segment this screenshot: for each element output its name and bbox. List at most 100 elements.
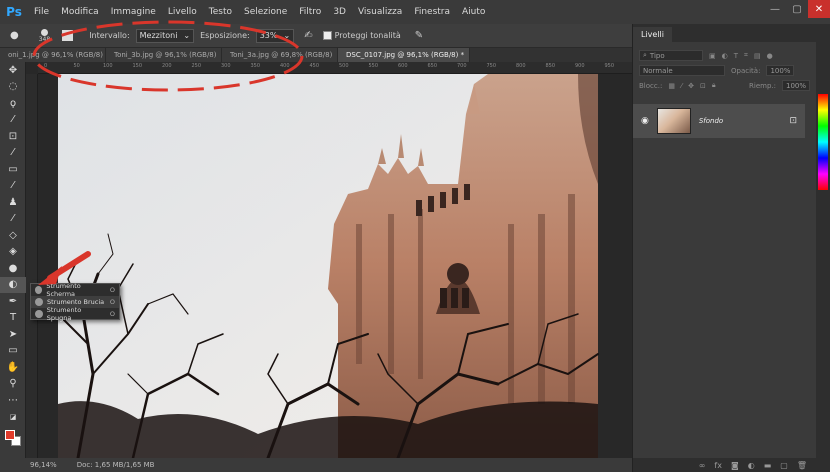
range-label: Intervallo: [89, 31, 130, 40]
healing-brush-tool-icon[interactable]: ▭ [0, 161, 26, 178]
window-controls: — ▢ ✕ [764, 0, 830, 18]
lock-artboard-icon[interactable]: ⊡ [700, 82, 706, 90]
menu-3d[interactable]: 3D [327, 7, 352, 17]
tab-toni-3b[interactable]: Toni_3b.jpg @ 96,1% (RGB/8)✕ [106, 48, 222, 62]
ruler-tick-label: 150 [132, 63, 143, 69]
filter-type-icon[interactable]: T [734, 52, 738, 60]
menu-visualizza[interactable]: Visualizza [352, 7, 408, 17]
minimize-button[interactable]: — [764, 0, 786, 18]
menu-immagine[interactable]: Immagine [105, 7, 162, 17]
dodge-tool-icon[interactable]: ● [10, 30, 19, 41]
menu-file[interactable]: File [28, 7, 55, 17]
lasso-tool-icon[interactable]: ϙ [0, 95, 26, 112]
layer-mask-icon[interactable]: ◙ [731, 461, 739, 470]
ruler-tick-label: 50 [73, 63, 80, 69]
ruler-tick-label: 500 [339, 63, 349, 69]
layer-thumbnail [656, 108, 691, 134]
close-button[interactable]: ✕ [808, 0, 830, 18]
exposure-field[interactable]: 33% ⌄ [255, 28, 295, 43]
lock-all-icon[interactable]: 🔒︎ [712, 81, 716, 90]
ruler-tick-label: 650 [427, 63, 438, 69]
trash-icon[interactable]: 🗑︎ [797, 461, 807, 470]
maximize-button[interactable]: ▢ [786, 0, 808, 18]
eraser-tool-icon[interactable]: ◇ [0, 227, 26, 244]
filter-pixel-icon[interactable]: ▣ [709, 52, 716, 60]
menu-selezione[interactable]: Selezione [238, 7, 293, 17]
brush-size-indicator[interactable]: 348 [39, 28, 50, 43]
new-layer-icon[interactable]: ▢ [780, 461, 788, 470]
default-colors-icon[interactable]: ◪ [0, 409, 26, 426]
pen-tool-icon[interactable]: ✒ [0, 293, 26, 310]
shape-tool-icon[interactable]: ▭ [0, 343, 26, 360]
new-group-icon[interactable]: ▬ [764, 461, 772, 470]
layer-row-sfondo[interactable]: ◉ Sfondo ⊡ [633, 104, 805, 138]
lock-label: Blocc.: [639, 81, 663, 90]
filter-smart-icon[interactable]: ▤ [754, 52, 761, 60]
lock-move-icon[interactable]: ✥ [688, 82, 694, 90]
blur-tool-icon[interactable]: ● [0, 260, 26, 277]
tab-layers[interactable]: Livelli [633, 27, 673, 42]
filter-toggle-icon[interactable]: ● [767, 52, 773, 60]
zoom-level[interactable]: 96,14% [30, 461, 57, 469]
menu-testo[interactable]: Testo [203, 7, 238, 17]
layers-panel-footer: ∞ fx ◙ ◐ ▬ ▢ 🗑︎ [633, 458, 817, 472]
blend-mode-select[interactable]: Normale [639, 65, 725, 76]
chevron-down-icon: ⌄ [283, 31, 291, 40]
history-brush-tool-icon[interactable]: ⁄ [0, 211, 26, 228]
eye-icon[interactable]: ◉ [641, 116, 649, 126]
eyedropper-tool-icon[interactable]: ⁄ [0, 145, 26, 162]
ruler-tick-label: 950 [604, 63, 615, 69]
tab-label: oni_1.jpg @ 96,1% (RGB/8) * [8, 51, 106, 59]
tab-toni-1[interactable]: oni_1.jpg @ 96,1% (RGB/8) *✕ [0, 48, 106, 62]
pressure-icon[interactable]: ✎ [415, 30, 423, 41]
path-selection-tool-icon[interactable]: ➤ [0, 326, 26, 343]
menu-modifica[interactable]: Modifica [55, 7, 105, 17]
menu-aiuto[interactable]: Aiuto [456, 7, 491, 17]
filter-adjust-icon[interactable]: ◐ [722, 52, 728, 60]
menu-livello[interactable]: Livello [162, 7, 203, 17]
opacity-field[interactable]: 100% [766, 65, 795, 76]
link-layers-icon[interactable]: ∞ [699, 461, 706, 470]
lock-pixels-icon[interactable]: ▦ [668, 82, 675, 90]
hand-tool-icon[interactable]: ✋ [0, 359, 26, 376]
quick-select-tool-icon[interactable]: ⁄ [0, 112, 26, 129]
type-tool-icon[interactable]: T [0, 310, 26, 327]
tab-toni-3a[interactable]: Toni_3a.jpg @ 69,8% (RGB/8)✕ [222, 48, 338, 62]
lock-paint-icon[interactable]: ⁄ [681, 82, 682, 90]
checkbox-icon [322, 31, 332, 40]
more-tools-icon[interactable]: ⋯ [0, 392, 26, 409]
dodge-tool-icon[interactable]: ◐ [0, 276, 26, 293]
vertical-ruler [26, 74, 38, 458]
flyout-item-dodge[interactable]: Strumento Scherma O [31, 282, 119, 298]
brush-panel-icon[interactable] [62, 30, 74, 41]
clone-stamp-tool-icon[interactable]: ♟ [0, 194, 26, 211]
airbrush-icon[interactable]: ✍ [304, 30, 312, 41]
photoshop-logo: Ps [6, 5, 22, 19]
flyout-item-sponge[interactable]: Strumento Spugna O [31, 306, 119, 322]
crop-tool-icon[interactable]: ⊡ [0, 128, 26, 145]
layer-style-icon[interactable]: fx [714, 461, 722, 470]
layer-search-field[interactable]: ⌕ Tipo [639, 50, 703, 61]
adjustment-layer-icon[interactable]: ◐ [748, 461, 755, 470]
color-spectrum[interactable] [818, 94, 828, 190]
document-canvas-area[interactable] [38, 74, 632, 458]
range-select[interactable]: Mezzitoni ⌄ [135, 28, 195, 43]
opacity-label: Opacità: [731, 66, 761, 75]
fill-field[interactable]: 100% [781, 80, 810, 91]
brush-tool-icon[interactable]: ⁄ [0, 178, 26, 195]
protect-tones-checkbox[interactable]: Proteggi tonalità [322, 31, 401, 40]
layers-panel: Livelli ⌕ Tipo ▣ ◐ T ⌗ ▤ ● Normale Opacit… [632, 24, 817, 472]
marquee-tool-icon[interactable]: ◌ [0, 79, 26, 96]
menu-filtro[interactable]: Filtro [293, 7, 327, 17]
ruler-tick-label: 800 [516, 63, 526, 69]
tab-dsc-0107[interactable]: DSC_0107.jpg @ 96,1% (RGB/8) *✕ [338, 48, 470, 62]
zoom-tool-icon[interactable]: ⚲ [0, 376, 26, 393]
menu-finestra[interactable]: Finestra [408, 7, 456, 17]
filter-shape-icon[interactable]: ⌗ [744, 51, 748, 60]
move-tool-icon[interactable]: ✥ [0, 62, 26, 79]
ruler-tick-label: 400 [280, 63, 290, 69]
gradient-tool-icon[interactable]: ◈ [0, 244, 26, 261]
status-bar: 96,14% Doc: 1,65 MB/1,65 MB [0, 458, 632, 472]
ruler-tick-label: 600 [398, 63, 408, 69]
foreground-color-swatch[interactable] [5, 430, 15, 440]
